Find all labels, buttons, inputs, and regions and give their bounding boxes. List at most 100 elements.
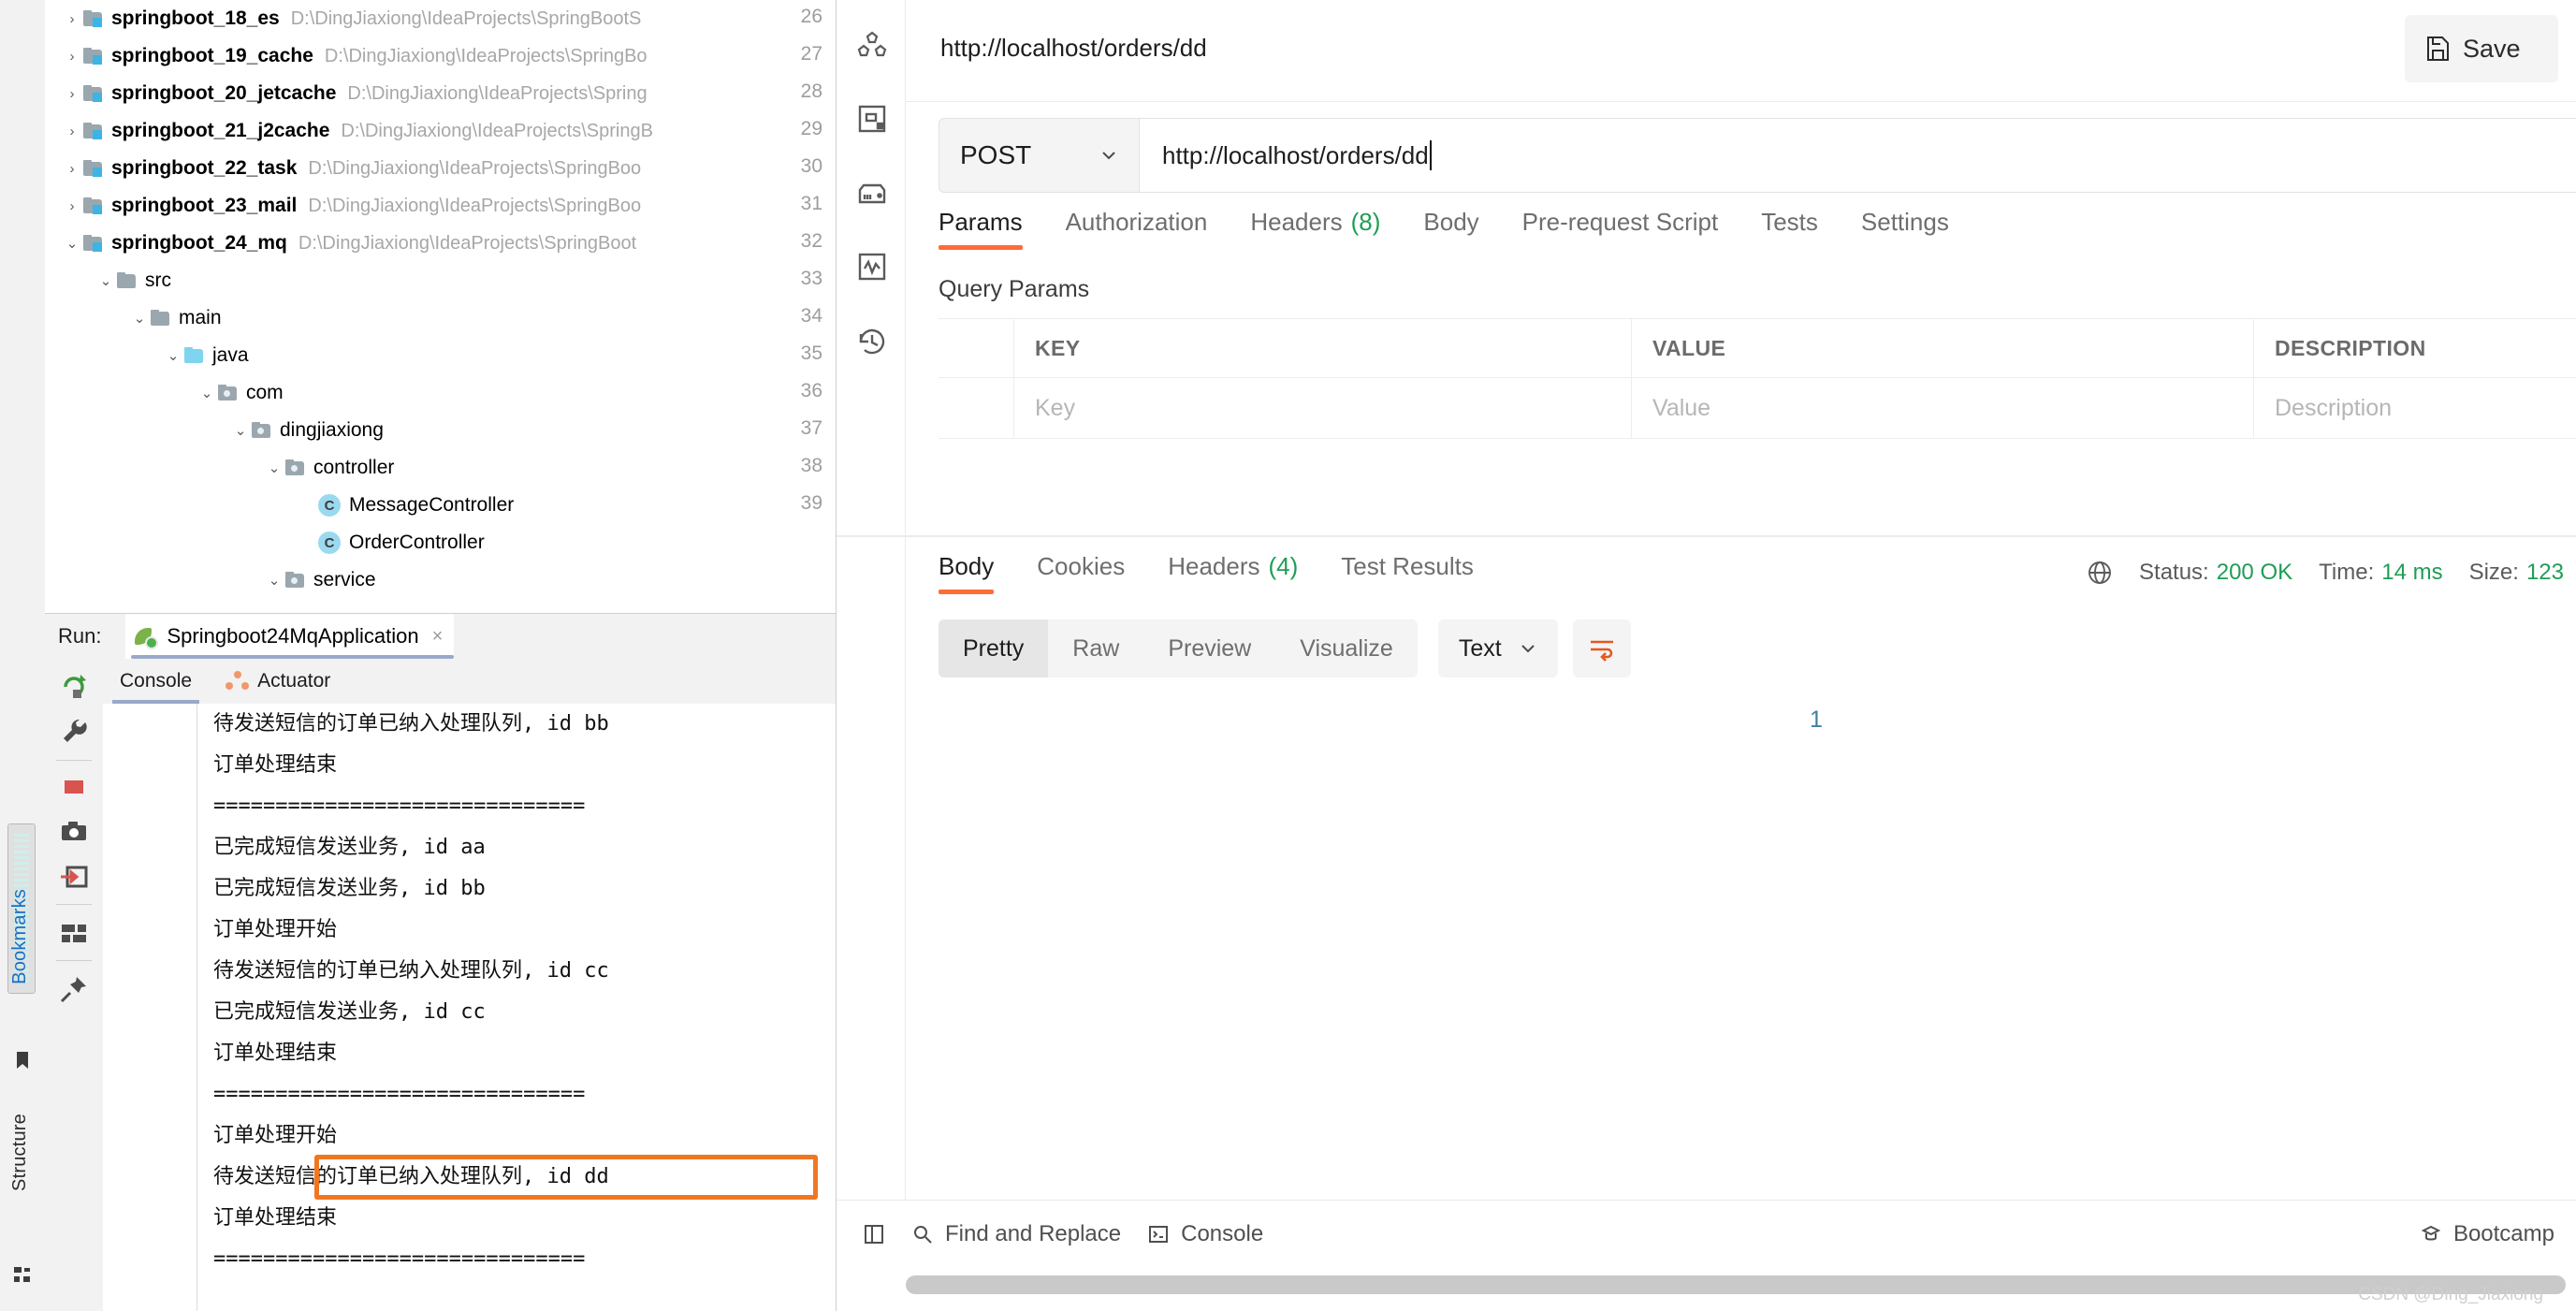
sidebar-toggle-button[interactable]: [863, 1223, 885, 1245]
tree-item[interactable]: ⌄ springboot_24_mq D:\DingJiaxiong\IdeaPro…: [45, 225, 836, 262]
request-tab-tests[interactable]: Tests: [1761, 208, 1818, 250]
response-section-tabs[interactable]: Body Cookies Headers (4) Test Results: [939, 552, 1517, 594]
view-mode-visualize[interactable]: Visualize: [1275, 619, 1418, 677]
chevron-down-icon[interactable]: ⌄: [62, 237, 82, 251]
tab-console[interactable]: Console: [103, 659, 209, 704]
console-line: 已完成短信发送业务, id aa: [213, 827, 836, 868]
bootcamp-button[interactable]: Bootcamp: [2420, 1221, 2554, 1247]
chevron-down-icon[interactable]: ⌄: [95, 274, 116, 288]
thread-dump-icon[interactable]: [60, 863, 88, 891]
request-section-tabs[interactable]: Params Authorization Headers (8) Body Pre-req…: [939, 208, 2576, 264]
project-tree[interactable]: › springboot_18_es D:\DingJiaxiong\IdeaPro…: [45, 0, 836, 613]
chevron-right-icon[interactable]: ›: [62, 124, 82, 138]
editor-line-gutter: 26 27 28 29 30 31 32 33 34 35 36 37 38 39: [772, 0, 836, 613]
console-line: 待发送短信的订单已纳入处理队列, id bb: [213, 704, 836, 745]
description-input[interactable]: Description: [2254, 378, 2576, 438]
project-tree-rows: › springboot_18_es D:\DingJiaxiong\IdeaPro…: [45, 0, 836, 599]
panel-icon: [863, 1223, 885, 1245]
console-output[interactable]: 待发送短信的订单已纳入处理队列, id bb 订单处理结束 ============…: [103, 704, 836, 1311]
chevron-right-icon[interactable]: ›: [62, 162, 82, 176]
value-input[interactable]: Value: [1632, 378, 2254, 438]
save-button[interactable]: Save: [2405, 15, 2558, 82]
tree-item-path: D:\DingJiaxiong\IdeaProjects\SpringB: [341, 120, 653, 141]
horizontal-scrollbar[interactable]: [906, 1275, 2566, 1294]
structure-tool-label[interactable]: Structure: [9, 1114, 31, 1191]
chevron-down-icon[interactable]: ⌄: [196, 386, 217, 401]
request-tab-pre-request-script[interactable]: Pre-request Script: [1522, 208, 1719, 250]
response-body[interactable]: [939, 692, 2576, 1199]
request-url-input[interactable]: http://localhost/orders/dd: [1140, 118, 2576, 193]
folder-icon: [284, 459, 305, 476]
wrap-lines-button[interactable]: [1572, 619, 1631, 677]
row-checkbox-cell[interactable]: [939, 378, 1014, 438]
response-tab-body[interactable]: Body: [939, 552, 995, 594]
chevron-down-icon[interactable]: ⌄: [264, 574, 284, 588]
table-row[interactable]: Key Value Description: [939, 378, 2576, 439]
tree-item[interactable]: C OrderController: [45, 524, 836, 561]
tree-item[interactable]: ⌄ src: [45, 262, 836, 299]
gutter-line-number: 29: [800, 118, 822, 139]
apis-icon[interactable]: [856, 103, 888, 135]
tree-item[interactable]: ⌄ service: [45, 561, 836, 599]
tree-item-label: springboot_23_mail: [111, 195, 298, 216]
tree-item[interactable]: › springboot_23_mail D:\DingJiaxiong\IdeaP…: [45, 187, 836, 225]
rerun-icon[interactable]: [60, 672, 88, 700]
find-and-replace-button[interactable]: Find and Replace: [911, 1221, 1121, 1247]
view-mode-pretty[interactable]: Pretty: [939, 619, 1049, 677]
tree-item[interactable]: › springboot_18_es D:\DingJiaxiong\IdeaPro…: [45, 0, 836, 37]
close-icon[interactable]: ×: [432, 626, 444, 648]
chevron-right-icon[interactable]: ›: [62, 50, 82, 64]
request-tab-headers[interactable]: Headers (8): [1250, 208, 1380, 250]
layout-icon[interactable]: [60, 919, 88, 947]
gutter-line-number: 38: [800, 455, 822, 476]
tree-item-label: MessageController: [349, 494, 515, 516]
response-format-select[interactable]: Text: [1437, 619, 1558, 677]
tree-item[interactable]: ⌄ main: [45, 299, 836, 337]
request-tab-authorization[interactable]: Authorization: [1066, 208, 1208, 250]
request-tab-params[interactable]: Params: [939, 208, 1023, 250]
console-button[interactable]: Console: [1147, 1221, 1263, 1247]
response-tab-headers[interactable]: Headers (4): [1168, 552, 1298, 594]
tree-item[interactable]: ⌄ controller: [45, 449, 836, 487]
http-method-select[interactable]: POST: [939, 118, 1140, 193]
table-header-row: KEY VALUE DESCRIPTION: [939, 318, 2576, 378]
time-value: 14 ms: [2381, 560, 2443, 585]
history-icon[interactable]: [856, 326, 888, 357]
response-tab-test-results[interactable]: Test Results: [1341, 552, 1474, 594]
globe-icon: [2087, 560, 2113, 586]
tree-item[interactable]: › springboot_20_jetcache D:\DingJiaxiong\I…: [45, 75, 836, 112]
monitors-icon[interactable]: [856, 251, 888, 283]
request-tab-settings[interactable]: Settings: [1861, 208, 1949, 250]
view-mode-raw[interactable]: Raw: [1048, 619, 1143, 677]
tree-item[interactable]: › springboot_19_cache D:\DingJiaxiong\Idea…: [45, 37, 836, 75]
run-configuration-tab[interactable]: Springboot24MqApplication ×: [125, 614, 455, 659]
postman-left-rail: [837, 0, 906, 1245]
environments-icon[interactable]: [856, 178, 888, 210]
key-input[interactable]: Key: [1014, 378, 1632, 438]
pin-icon[interactable]: [60, 975, 88, 1003]
tree-item[interactable]: › springboot_21_j2cache D:\DingJiaxiong\Id…: [45, 112, 836, 150]
tab-label: Tests: [1761, 208, 1818, 236]
chevron-right-icon[interactable]: ›: [62, 87, 82, 101]
stop-icon[interactable]: [60, 773, 88, 801]
request-tab-body[interactable]: Body: [1423, 208, 1478, 250]
wrench-icon[interactable]: [60, 717, 88, 745]
collections-icon[interactable]: [856, 30, 888, 62]
chevron-down-icon[interactable]: ⌄: [129, 312, 150, 326]
tab-actuator[interactable]: Actuator: [209, 659, 347, 704]
tree-item[interactable]: C MessageController: [45, 487, 836, 524]
tree-item[interactable]: › springboot_22_task D:\DingJiaxiong\IdeaP…: [45, 150, 836, 187]
chevron-right-icon[interactable]: ›: [62, 12, 82, 26]
bookmarks-tool-label[interactable]: Bookmarks: [9, 889, 31, 984]
chevron-down-icon[interactable]: ⌄: [163, 349, 183, 363]
chevron-down-icon[interactable]: ⌄: [264, 461, 284, 475]
chevron-right-icon[interactable]: ›: [62, 199, 82, 213]
tree-item[interactable]: ⌄ dingjiaxiong: [45, 412, 836, 449]
chevron-down-icon[interactable]: ⌄: [230, 424, 251, 438]
view-mode-preview[interactable]: Preview: [1143, 619, 1275, 677]
response-tab-cookies[interactable]: Cookies: [1037, 552, 1125, 594]
camera-icon[interactable]: [60, 818, 88, 846]
view-mode-group[interactable]: Pretty Raw Preview Visualize: [939, 619, 1418, 677]
tree-item[interactable]: ⌄ java: [45, 337, 836, 374]
tree-item[interactable]: ⌄ com: [45, 374, 836, 412]
